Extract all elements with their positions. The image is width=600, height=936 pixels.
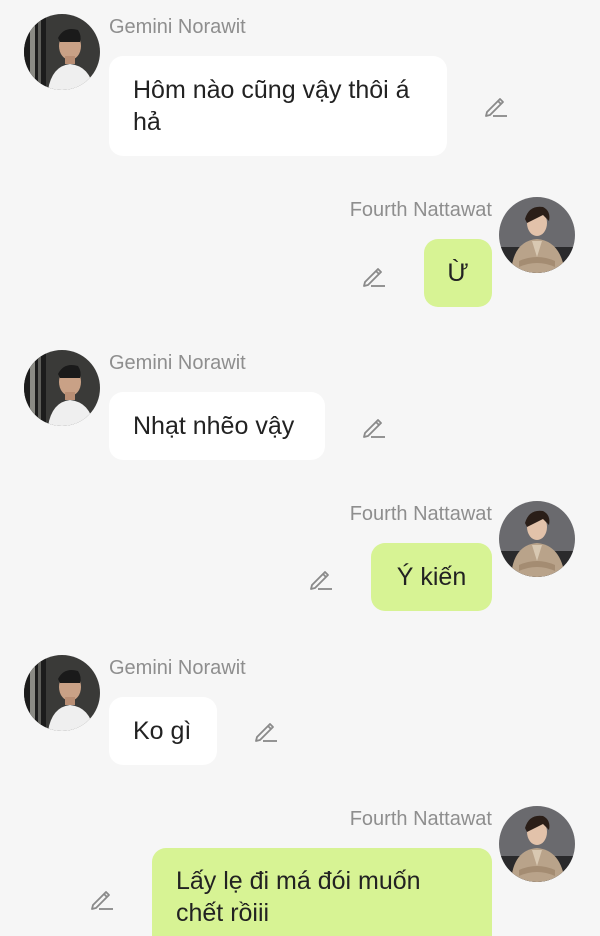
avatar-gemini[interactable] — [24, 655, 100, 731]
avatar-gemini-image — [24, 14, 100, 90]
avatar-gemini[interactable] — [24, 14, 100, 90]
message-bubble[interactable]: Ừ — [424, 239, 492, 307]
avatar-fourth-image — [499, 806, 575, 882]
sender-name: Fourth Nattawat — [349, 199, 492, 221]
sender-name: Gemini Norawit — [109, 16, 246, 38]
message-bubble[interactable]: Ko gì — [109, 697, 217, 765]
avatar-gemini-image — [24, 350, 100, 426]
message-bubble[interactable]: Ý kiến — [371, 543, 492, 611]
avatar-fourth[interactable] — [499, 501, 575, 577]
avatar-gemini[interactable] — [24, 350, 100, 426]
chat-thread: Gemini Norawit Hôm nào cũng vậy thôi á h… — [0, 0, 600, 936]
avatar-gemini-image — [24, 655, 100, 731]
sender-name: Fourth Nattawat — [349, 503, 492, 525]
message-bubble[interactable]: Lấy lẹ đi má đói muốn chết rồiii — [152, 848, 492, 936]
sender-name: Gemini Norawit — [109, 657, 246, 679]
pencil-icon[interactable] — [360, 413, 388, 441]
pencil-icon[interactable] — [360, 262, 388, 290]
pencil-icon[interactable] — [252, 717, 280, 745]
message-bubble[interactable]: Hôm nào cũng vậy thôi á hả — [109, 56, 447, 156]
sender-name: Fourth Nattawat — [349, 808, 492, 830]
avatar-fourth-image — [499, 197, 575, 273]
pencil-icon[interactable] — [307, 565, 335, 593]
avatar-fourth[interactable] — [499, 806, 575, 882]
avatar-fourth[interactable] — [499, 197, 575, 273]
avatar-fourth-image — [499, 501, 575, 577]
pencil-icon[interactable] — [482, 92, 510, 120]
sender-name: Gemini Norawit — [109, 352, 246, 374]
pencil-icon[interactable] — [88, 885, 116, 913]
message-bubble[interactable]: Nhạt nhẽo vậy — [109, 392, 325, 460]
